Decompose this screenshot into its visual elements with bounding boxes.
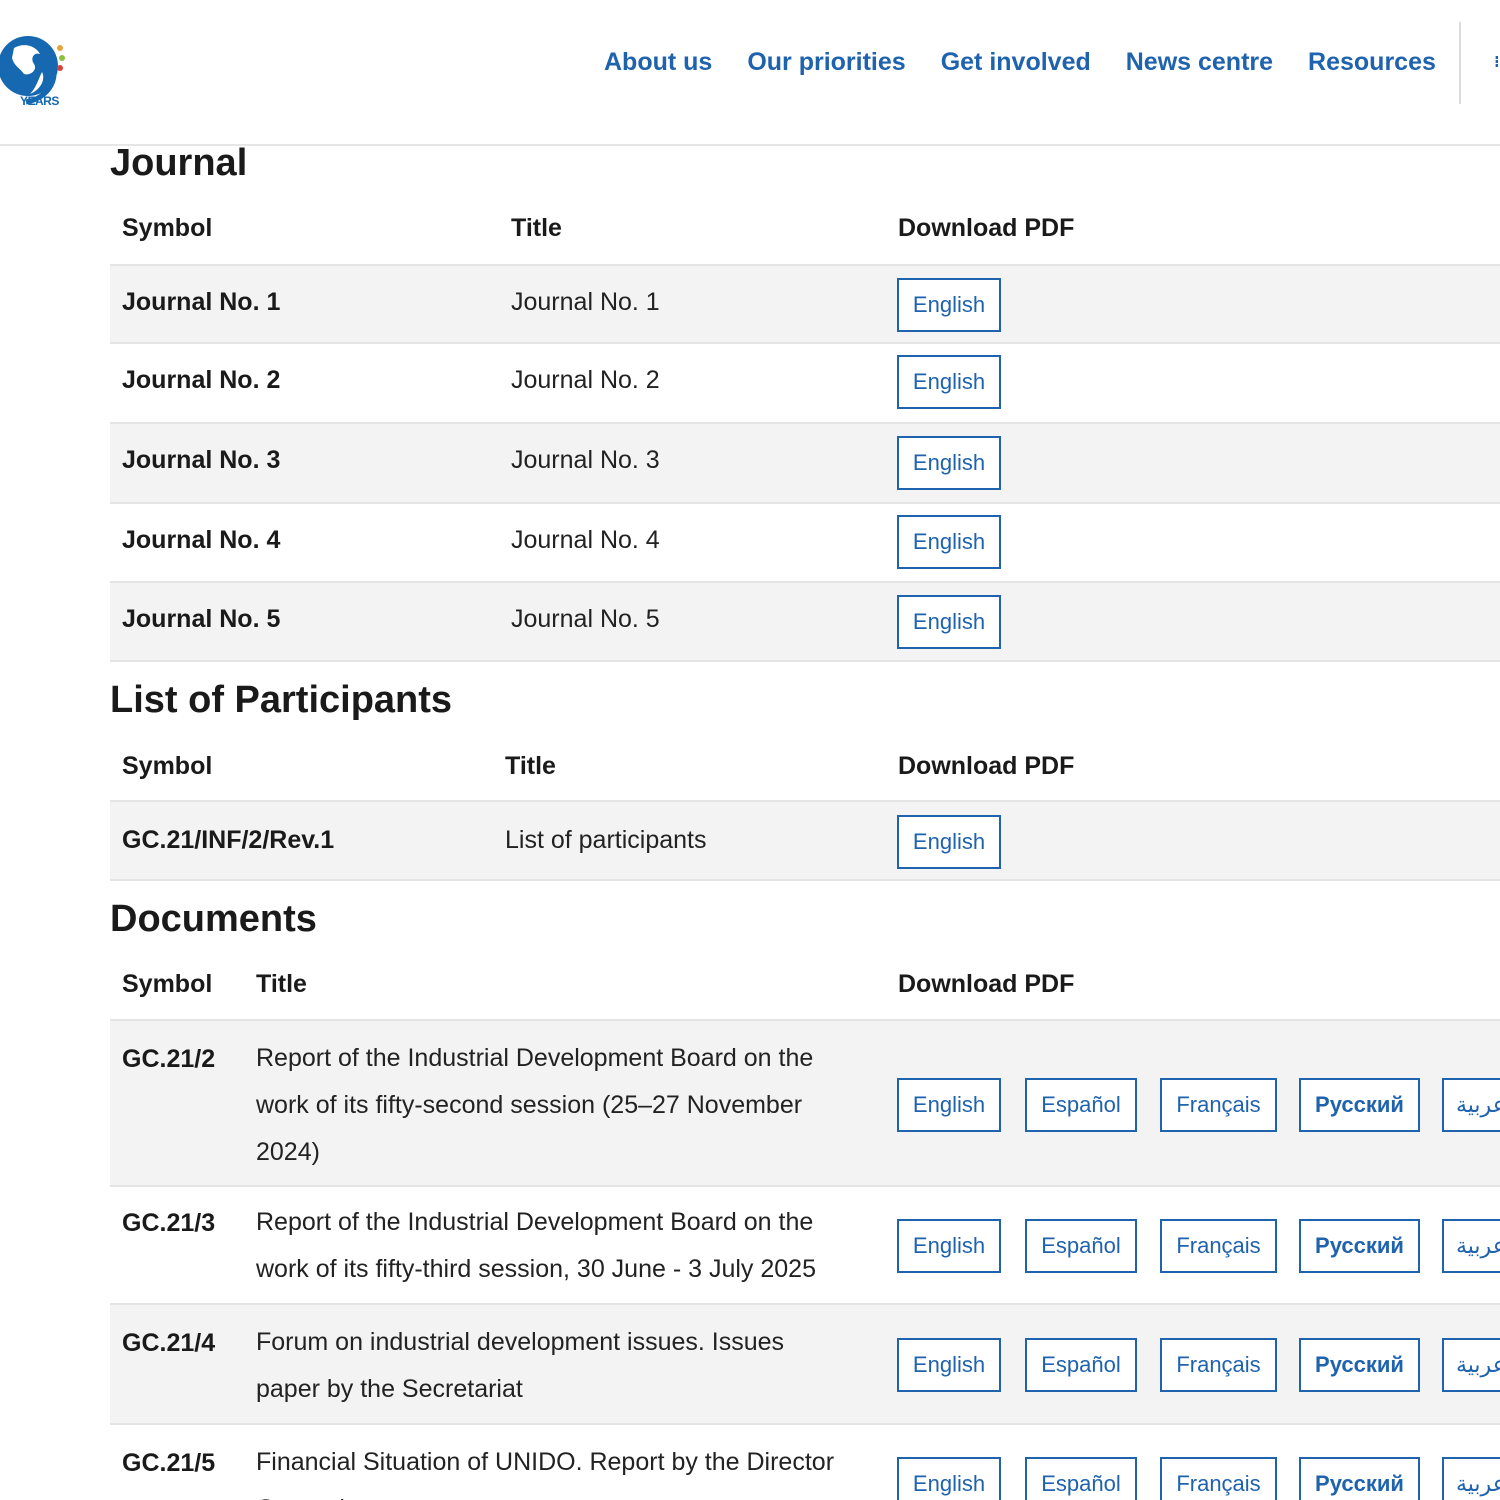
download-russian-button[interactable]: Русский [1299,1338,1420,1392]
documents-section-title: Documents [110,898,317,940]
nav-resources[interactable]: Resources [1308,48,1436,77]
row-symbol: Journal No. 4 [122,526,281,554]
download-french-button[interactable]: Français [1160,1338,1277,1392]
row-symbol: GC.21/2 [122,1045,216,1073]
row-title: Journal No. 4 [511,526,660,554]
download-english-button[interactable]: English [897,278,1001,332]
table-row: GC.21/2 Report of the Industrial Develop… [110,1019,1500,1187]
participants-header-download: Download PDF [898,752,1075,780]
download-french-button[interactable]: Français [1160,1457,1277,1500]
nav-overflow-icon[interactable]: ⁝ [1494,52,1498,70]
download-english-button[interactable]: English [897,1457,1001,1500]
logo-years-text: YEARS [20,94,59,108]
row-title: Journal No. 1 [511,288,660,316]
nav-our-priorities[interactable]: Our priorities [747,48,905,77]
table-row: Journal No. 5 Journal No. 5 English [110,583,1500,662]
download-english-button[interactable]: English [897,515,1001,569]
row-title: Report of the Industrial Development Boa… [256,1044,814,1166]
download-arabic-button[interactable]: عربية [1442,1219,1500,1273]
row-title: List of participants [505,826,707,854]
journal-section-title: Journal [110,142,248,184]
download-russian-button[interactable]: Русский [1299,1457,1420,1500]
row-symbol: Journal No. 2 [122,366,281,394]
download-spanish-button[interactable]: Español [1025,1457,1137,1500]
download-russian-button[interactable]: Русский [1299,1219,1420,1273]
download-spanish-button[interactable]: Español [1025,1219,1137,1273]
download-arabic-button[interactable]: عربية [1442,1078,1500,1132]
table-row: Journal No. 1 Journal No. 1 English [110,264,1500,344]
row-title: Report of the Industrial Development Boa… [256,1208,816,1283]
download-english-button[interactable]: English [897,1078,1001,1132]
journal-header-title: Title [511,214,562,242]
documents-header-title: Title [256,970,307,998]
table-row: GC.21/3 Report of the Industrial Develop… [110,1187,1500,1305]
download-french-button[interactable]: Français [1160,1219,1277,1273]
row-symbol: GC.21/INF/2/Rev.1 [122,826,335,854]
participants-header-symbol: Symbol [122,752,213,780]
download-arabic-button[interactable]: عربية [1442,1457,1500,1500]
table-row: Journal No. 3 Journal No. 3 English [110,424,1500,504]
participants-section-title: List of Participants [110,679,453,721]
row-symbol: GC.21/4 [122,1329,216,1357]
download-arabic-button[interactable]: عربية [1442,1338,1500,1392]
documents-header-symbol: Symbol [122,970,213,998]
nav-about-us[interactable]: About us [604,48,712,77]
table-row: Journal No. 4 Journal No. 4 English [110,504,1500,583]
table-row: GC.21/4 Forum on industrial development … [110,1305,1500,1425]
main-nav: About us Our priorities Get involved New… [604,42,1471,82]
download-spanish-button[interactable]: Español [1025,1078,1137,1132]
row-symbol: GC.21/3 [122,1209,216,1237]
row-symbol: Journal No. 3 [122,446,281,474]
download-russian-button[interactable]: Русский [1299,1078,1420,1132]
nav-get-involved[interactable]: Get involved [941,48,1091,77]
download-english-button[interactable]: English [897,1219,1001,1273]
documents-header-download: Download PDF [898,970,1075,998]
download-english-button[interactable]: English [897,815,1001,869]
nav-news-centre[interactable]: News centre [1126,48,1273,77]
row-title: Journal No. 3 [511,446,660,474]
row-symbol: Journal No. 5 [122,605,281,633]
row-title: Journal No. 5 [511,605,660,633]
row-symbol: GC.21/5 [122,1449,216,1477]
download-english-button[interactable]: English [897,355,1001,409]
row-title: Forum on industrial development issues. … [256,1328,785,1403]
journal-header-symbol: Symbol [122,214,213,242]
row-title: Journal No. 2 [511,366,660,394]
journal-header-download: Download PDF [898,214,1075,242]
download-english-button[interactable]: English [897,1338,1001,1392]
download-english-button[interactable]: English [897,436,1001,490]
table-row: GC.21/INF/2/Rev.1 List of participants E… [110,800,1500,881]
site-header: YEARS About us Our priorities Get involv… [0,0,1500,146]
table-row: Journal No. 2 Journal No. 2 English [110,344,1500,424]
nav-divider [1459,22,1461,104]
row-title: Financial Situation of UNIDO. Report by … [256,1448,835,1500]
participants-header-title: Title [505,752,556,780]
table-row: GC.21/5 Financial Situation of UNIDO. Re… [110,1425,1500,1500]
download-spanish-button[interactable]: Español [1025,1338,1137,1392]
row-symbol: Journal No. 1 [122,288,281,316]
download-english-button[interactable]: English [897,595,1001,649]
download-french-button[interactable]: Français [1160,1078,1277,1132]
